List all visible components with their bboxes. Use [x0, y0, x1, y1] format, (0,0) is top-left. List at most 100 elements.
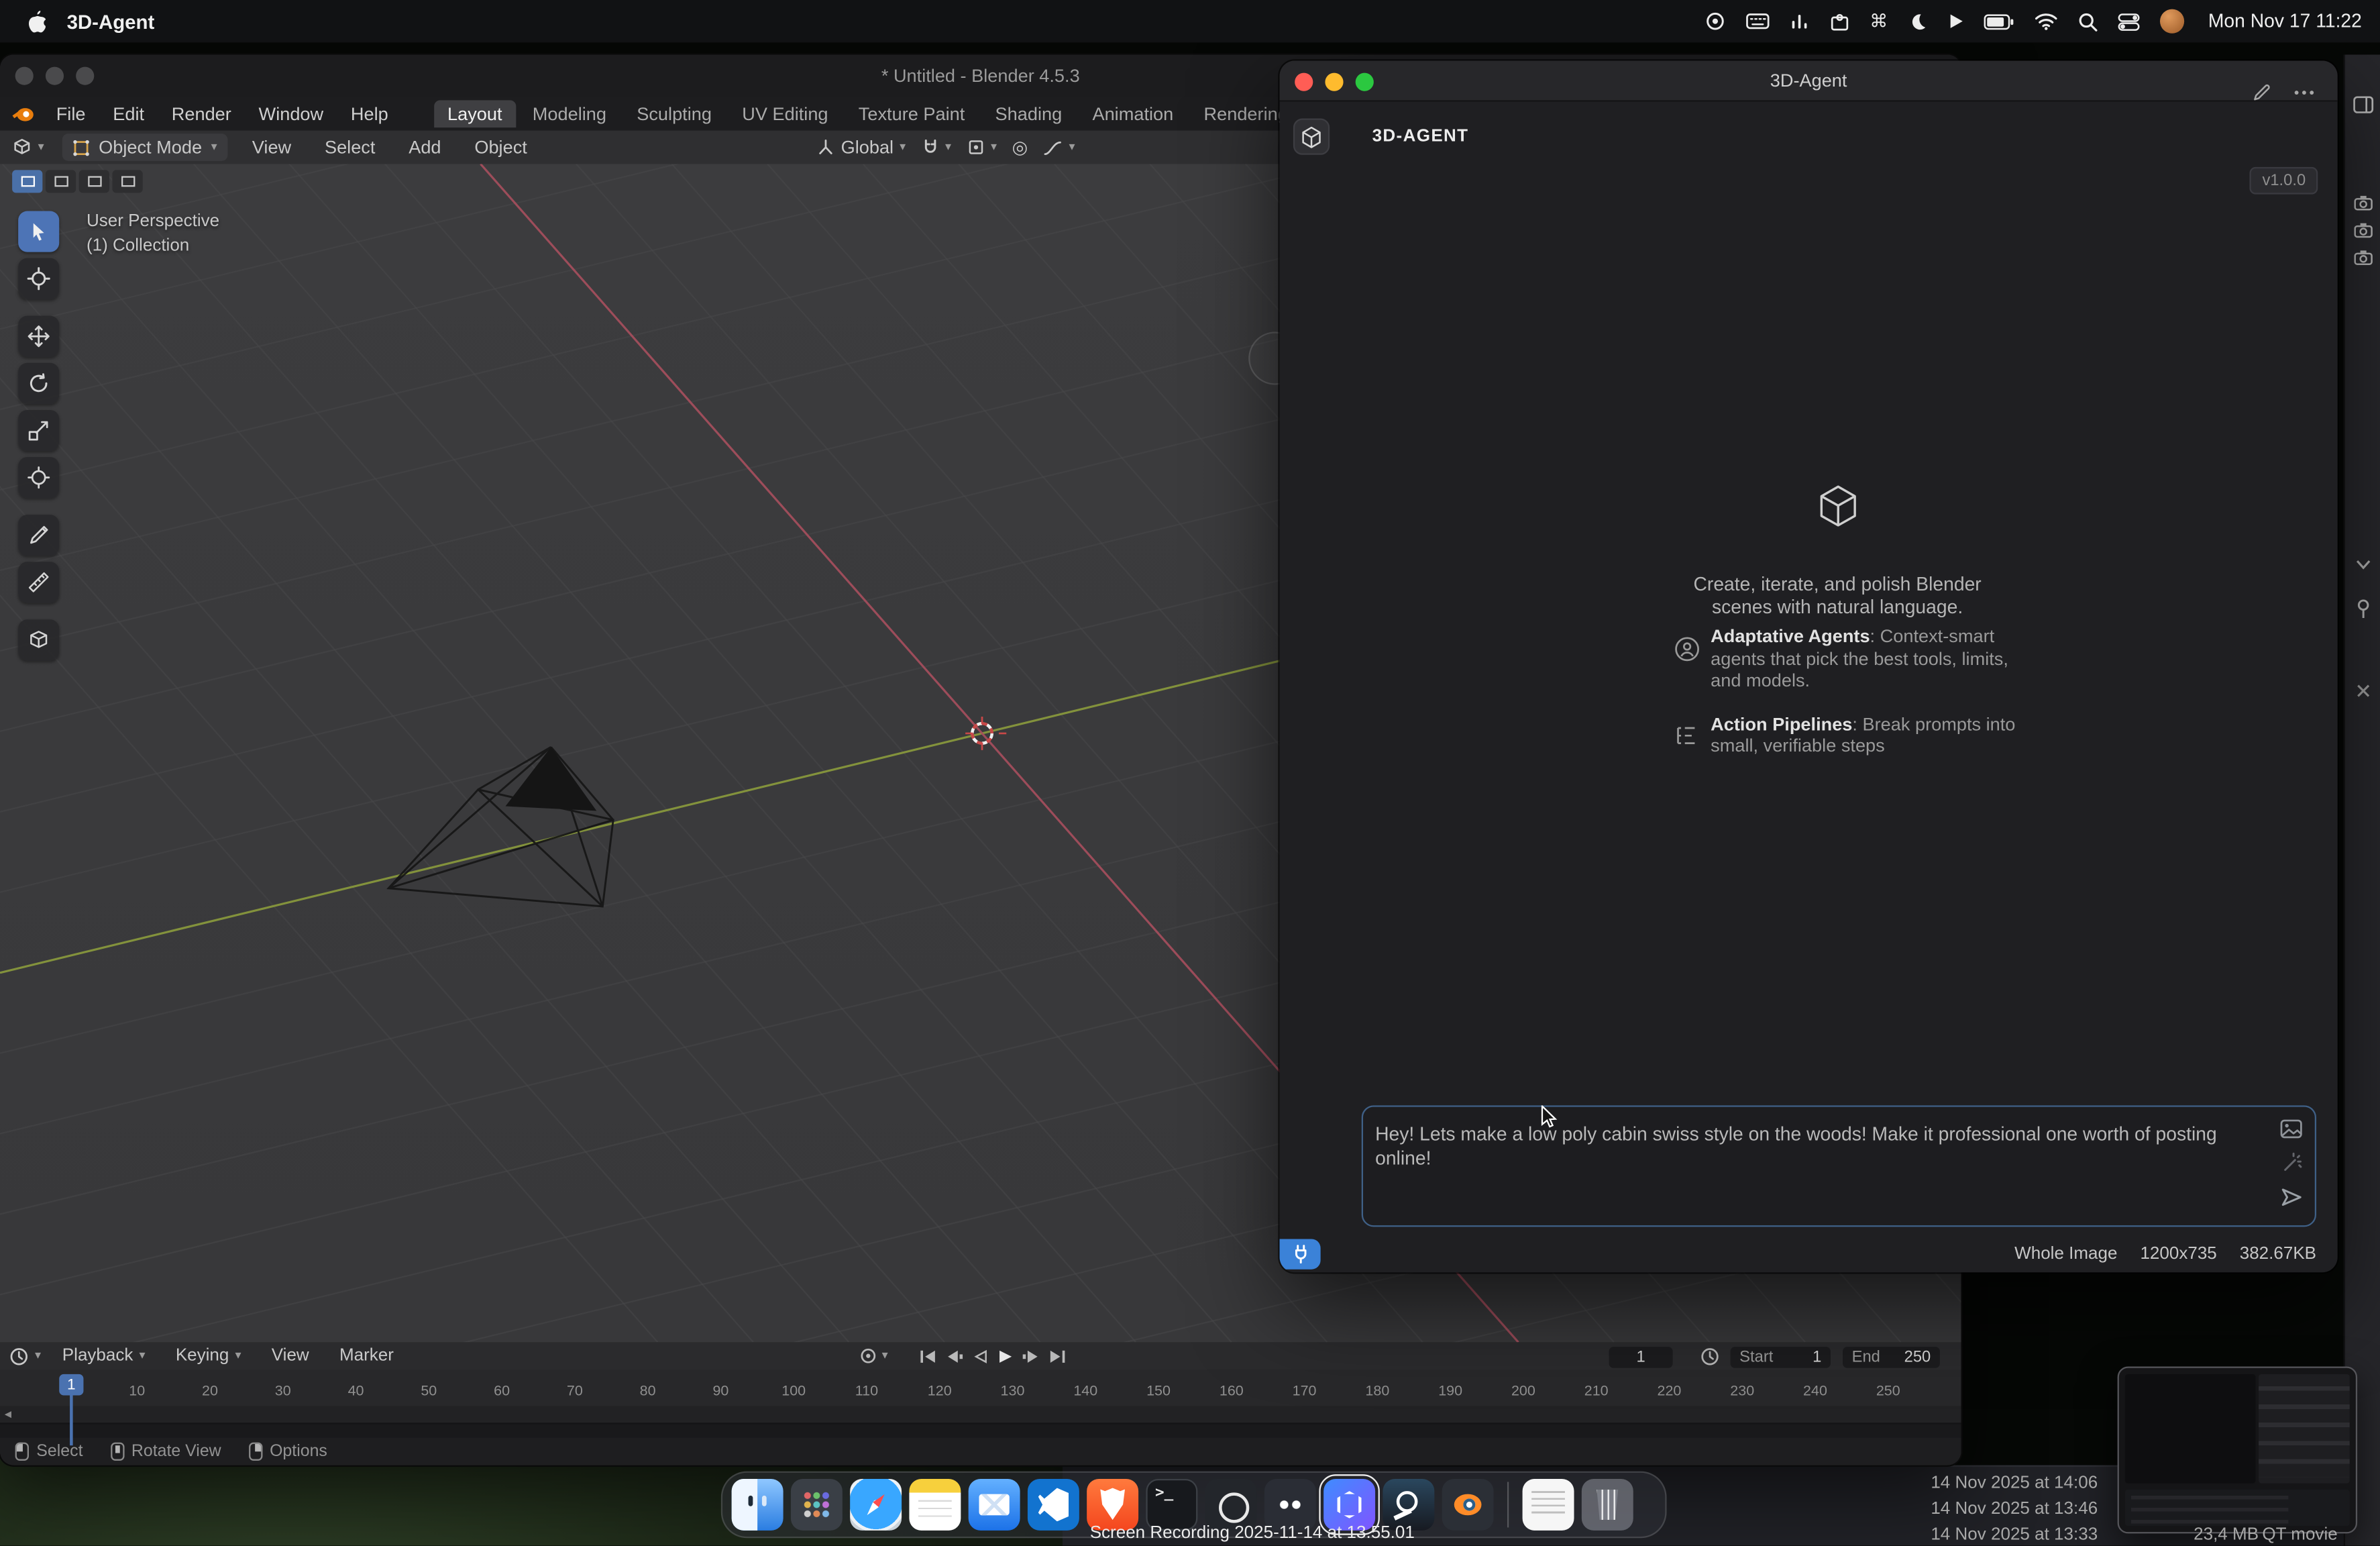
timeline-ruler[interactable]: 1 10203040506070809010011012013014015016… [0, 1370, 1961, 1406]
extension-icon[interactable] [1829, 11, 1850, 31]
dock-blender-icon[interactable] [1442, 1479, 1494, 1531]
viewport-menu-select[interactable]: Select [319, 135, 382, 159]
dock-terminal-icon[interactable] [1146, 1479, 1197, 1531]
select-mode-invert[interactable] [112, 170, 142, 193]
pin-icon[interactable] [2353, 599, 2371, 620]
apple-logo-icon[interactable] [24, 9, 46, 34]
dock-trash-icon[interactable] [1582, 1479, 1633, 1531]
agent-titlebar[interactable]: 3D-Agent [1280, 61, 2338, 102]
collapse-arrow-icon[interactable]: ◂ [5, 1406, 11, 1423]
menu-help[interactable]: Help [345, 102, 394, 126]
timeline-menu-marker[interactable]: Marker [333, 1345, 400, 1367]
activity-icon[interactable] [1789, 12, 1808, 30]
attach-image-icon[interactable] [2280, 1119, 2303, 1139]
menu-file[interactable]: File [50, 102, 92, 126]
active-app-name[interactable]: 3D-Agent [67, 10, 155, 33]
wifi-icon[interactable] [2034, 12, 2058, 30]
cursor-tool[interactable] [18, 258, 59, 299]
more-options-icon[interactable] [2292, 88, 2316, 97]
close-button[interactable] [15, 67, 34, 85]
playhead[interactable]: 1 [59, 1374, 83, 1396]
play-icon[interactable] [997, 1349, 1013, 1362]
end-frame-field[interactable]: End 250 [1843, 1346, 1940, 1368]
move-tool[interactable] [18, 316, 59, 357]
next-keyframe-icon[interactable] [1022, 1349, 1040, 1362]
magic-wand-icon[interactable] [2281, 1152, 2302, 1174]
dock-safari-icon[interactable] [850, 1479, 902, 1531]
viewport-menu-add[interactable]: Add [402, 135, 447, 159]
camera-icon[interactable] [2352, 195, 2372, 211]
proportional-edit-toggle[interactable]: ◎ [1012, 137, 1028, 158]
workspace-tab-layout[interactable]: Layout [434, 100, 516, 127]
camera-icon[interactable] [2352, 221, 2372, 238]
connection-button[interactable] [1280, 1239, 1321, 1269]
zoom-button[interactable] [1356, 73, 1374, 91]
spotlight-search-icon[interactable] [2077, 11, 2097, 31]
measure-tool[interactable] [18, 562, 59, 603]
scale-tool[interactable] [18, 410, 59, 451]
battery-icon[interactable] [1984, 13, 2014, 30]
dock-discord-icon[interactable] [1264, 1479, 1316, 1531]
user-avatar[interactable] [2159, 9, 2183, 34]
dock-notes-icon[interactable] [909, 1479, 961, 1531]
dock-steam-icon[interactable] [1383, 1479, 1434, 1531]
dock-vscode-icon[interactable] [1028, 1479, 1079, 1531]
chevron-down-icon[interactable] [2353, 559, 2371, 571]
prompt-input[interactable]: Hey! Lets make a low poly cabin swiss st… [1363, 1107, 2315, 1225]
dock-3d-agent-icon[interactable] [1323, 1479, 1375, 1531]
command-icon[interactable]: ⌘ [1870, 11, 1888, 32]
menu-edit[interactable]: Edit [107, 102, 150, 126]
dock-obs-icon[interactable] [1205, 1479, 1257, 1531]
select-mode-extend[interactable] [46, 170, 76, 193]
start-frame-field[interactable]: Start 1 [1731, 1346, 1831, 1368]
select-mode-subtract[interactable] [79, 170, 109, 193]
timeline-menu-keying[interactable]: Keying▾ [170, 1345, 248, 1367]
workspace-tab-uv-editing[interactable]: UV Editing [728, 100, 842, 127]
play-reverse-icon[interactable] [973, 1349, 988, 1362]
workspace-tab-animation[interactable]: Animation [1079, 100, 1187, 127]
jump-to-start-icon[interactable] [920, 1349, 936, 1362]
mode-select[interactable]: Object Mode ▾ [62, 134, 228, 161]
recording-preview-window[interactable] [2118, 1367, 2358, 1534]
add-cube-tool[interactable] [18, 619, 59, 660]
sidebar-toggle-icon[interactable] [2352, 96, 2373, 114]
blender-window-controls[interactable] [15, 67, 95, 85]
select-box-tool[interactable] [18, 211, 59, 252]
workspace-tab-modeling[interactable]: Modeling [519, 100, 620, 127]
workspace-tab-texture-paint[interactable]: Texture Paint [845, 100, 978, 127]
control-center-icon[interactable] [2117, 11, 2140, 31]
minimize-button[interactable] [46, 67, 64, 85]
snapping-toggle[interactable]: ▾ [921, 138, 951, 156]
jump-to-end-icon[interactable] [1049, 1349, 1066, 1362]
menu-render[interactable]: Render [166, 102, 237, 126]
current-frame-field[interactable]: 1 [1609, 1346, 1673, 1368]
close-icon[interactable] [2355, 683, 2371, 699]
editor-type-button[interactable]: ▾ [12, 138, 44, 156]
dock-mail-icon[interactable] [969, 1479, 1020, 1531]
zoom-button[interactable] [76, 67, 94, 85]
prev-keyframe-icon[interactable] [946, 1349, 964, 1362]
edit-pencil-icon[interactable] [2251, 82, 2273, 103]
rotate-tool[interactable] [18, 363, 59, 404]
timeline-menu-view[interactable]: View [266, 1345, 315, 1367]
screen-record-icon[interactable] [1705, 11, 1726, 32]
snap-target-button[interactable]: ▾ [967, 138, 997, 156]
keyboard-icon[interactable] [1745, 12, 1770, 30]
dock-textedit-icon[interactable] [1523, 1479, 1574, 1531]
annotate-tool[interactable] [18, 515, 59, 556]
viewport-menu-view[interactable]: View [246, 135, 297, 159]
clock-icon[interactable] [1700, 1347, 1719, 1366]
send-icon[interactable] [2280, 1188, 2303, 1207]
workspace-tab-shading[interactable]: Shading [981, 100, 1075, 127]
minimize-button[interactable] [1325, 73, 1343, 91]
blender-logo-icon[interactable] [12, 104, 35, 123]
menu-window[interactable]: Window [253, 102, 330, 126]
agent-window-controls[interactable] [1295, 73, 1374, 91]
auto-keying-toggle[interactable]: ▾ [859, 1342, 888, 1370]
transform-tool[interactable] [18, 457, 59, 498]
falloff-select[interactable]: ▾ [1043, 139, 1075, 156]
dock-launchpad-icon[interactable] [791, 1479, 843, 1531]
dock-finder-icon[interactable] [732, 1479, 783, 1531]
close-button[interactable] [1295, 73, 1313, 91]
orientation-select[interactable]: Global ▾ [816, 137, 906, 158]
